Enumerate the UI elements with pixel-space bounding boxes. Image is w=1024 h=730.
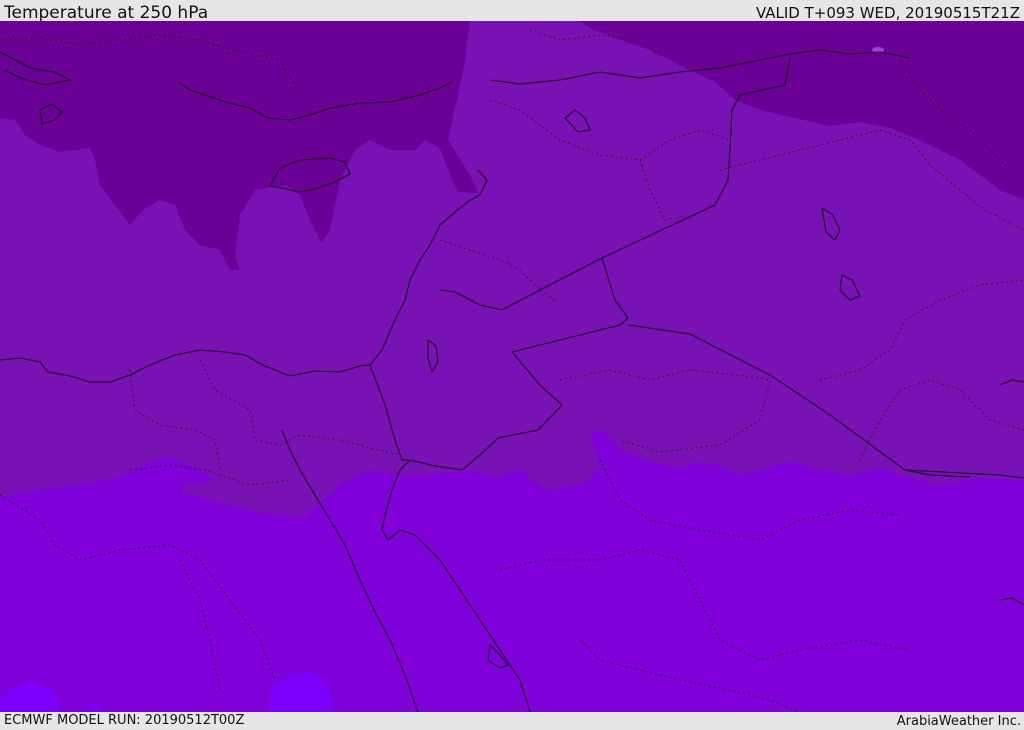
credit-label: ArabiaWeather Inc. <box>896 714 1021 729</box>
header-bar: Temperature at 250 hPa VALID T+093 WED, … <box>0 0 1024 23</box>
map-area <box>0 21 1024 712</box>
map-title: Temperature at 250 hPa <box>4 3 209 23</box>
valid-time: VALID T+093 WED, 20190515T21Z <box>755 4 1020 22</box>
temperature-map <box>0 21 1024 712</box>
model-run-label: ECMWF MODEL RUN: 20190512T00Z <box>4 713 245 728</box>
footer-bar: ECMWF MODEL RUN: 20190512T00Z ArabiaWeat… <box>0 712 1024 729</box>
